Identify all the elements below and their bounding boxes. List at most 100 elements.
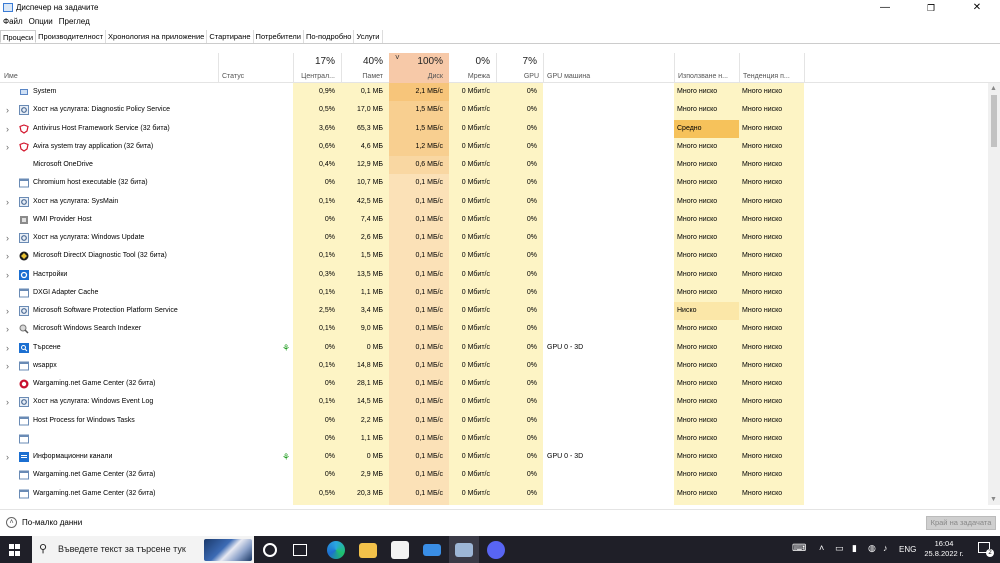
widgets-icon[interactable] [293,544,307,556]
gpu-engine-cell [547,412,672,430]
expand-chevron-icon[interactable]: › [6,393,9,411]
menu-view[interactable]: Преглед [56,16,93,28]
memory-cell: 9,0 МБ [360,325,383,333]
edge-browser-icon[interactable] [327,541,345,559]
process-row[interactable]: Microsoft OneDrive 0,4% 12,9 МБ 0,6 МБ/с 0 М… [0,156,988,175]
expand-chevron-icon[interactable]: › [6,101,9,119]
column-header-power-usage[interactable]: Използване н... [674,53,739,83]
power-usage-cell: Много ниско [677,252,718,260]
tab-app-history[interactable]: Хронология на приложение [106,30,208,43]
tab-services[interactable]: Услуги [354,30,383,43]
expand-chevron-icon[interactable]: › [6,229,9,247]
network-cell: 0 Мбит/с [461,453,490,460]
process-row[interactable]: › Настройки 0,3% 13,5 МБ 0,1 МБ/с 0 Мбит/с 0% М… [0,266,988,284]
taskbar-clock[interactable]: 16:04 25.8.2022 г. [918,539,970,559]
fewer-details-link[interactable]: ˄ По-малко данни [6,517,82,528]
column-header-status[interactable]: Статус [218,53,293,83]
process-row[interactable]: Wargaming.net Game Center (32 бита) 0% 2,9… [0,466,988,484]
process-row[interactable]: › Хост на услугата: SysMain 0,1% 42,5 МБ 0,1… [0,193,988,211]
menu-options[interactable]: Опции [26,16,56,28]
expand-chevron-icon[interactable]: › [6,320,9,338]
mail-icon[interactable] [423,544,441,556]
process-row[interactable]: › Microsoft DirectX Diagnostic Tool (32 б… [0,247,988,265]
usb-icon[interactable]: ▭ [835,543,844,554]
tab-processes[interactable]: Процеси [0,30,37,43]
gpu-cell: 0% [526,161,537,168]
disk-cell: 1,5 МБ/с [389,101,449,120]
scrollbar-thumb[interactable] [991,95,997,147]
scroll-up-icon[interactable]: ▲ [990,85,997,92]
volume-icon[interactable]: ♪ [883,543,888,553]
task-manager-taskbar-icon[interactable] [455,543,473,557]
end-task-button[interactable]: Край на задачата [926,516,996,530]
process-row[interactable]: › Antivirus Host Framework Service (32 би… [0,119,988,138]
store-icon[interactable] [391,541,409,559]
power-usage-cell: Средно [674,119,739,138]
file-explorer-icon[interactable] [359,543,377,558]
battery-icon[interactable]: ▮ [852,543,857,554]
gpu-engine-cell [547,247,672,265]
tab-details[interactable]: По-подробно [304,30,355,43]
column-header-power-trend[interactable]: Тенденция п... [739,53,804,83]
power-trend-cell: Много ниско [742,416,783,424]
title-bar[interactable]: Диспечер на задачите — ❐ ✕ [0,0,1000,16]
tab-users[interactable]: Потребители [254,30,304,43]
network-icon[interactable]: ◍ [868,543,876,554]
minimize-button[interactable]: — [862,0,908,16]
task-view-icon[interactable] [263,543,277,557]
power-usage-cell: Много ниско [677,142,718,150]
menu-file[interactable]: Файл [0,16,26,28]
process-row[interactable]: Chromium host executable (32 бита) 0% 10,7… [0,174,988,192]
column-header-gpu[interactable]: 7% GPU [496,53,543,83]
tab-performance[interactable]: Производителност [36,30,107,43]
process-row[interactable]: DXGI Adapter Cache 0,1% 1,1 МБ 0,1 МБ/с 0 Мб… [0,284,988,302]
expand-chevron-icon[interactable]: › [6,339,9,357]
expand-chevron-icon[interactable]: › [6,120,9,138]
process-row[interactable]: › Microsoft Software Protection Platform … [0,302,988,321]
process-row[interactable]: › Търсене ⚘ 0% 0 МБ 0,1 МБ/с 0 Мбит/с 0% GPU 0 -… [0,339,988,357]
process-name: Microsoft Windows Search Indexer [33,325,142,333]
expand-chevron-icon[interactable]: › [6,302,9,320]
process-row[interactable]: › Информационни канали ⚘ 0% 0 МБ 0,1 МБ/с 0 Мб… [0,448,988,466]
windows-start-icon[interactable] [9,544,21,556]
keyboard-icon[interactable]: ⌨ [792,543,806,554]
process-row[interactable]: Wargaming.net Game Center (32 бита) 0% 28,… [0,375,988,393]
expand-chevron-icon[interactable]: › [6,138,9,156]
process-row[interactable]: System 0,9% 0,1 МБ 2,1 МБ/с 0 Мбит/с 0% Много … [0,83,988,102]
expand-chevron-icon[interactable]: › [6,448,9,466]
column-header-name[interactable]: Име [0,53,218,83]
power-trend-cell: Много ниско [742,252,783,260]
column-header-memory[interactable]: 40% Памет [341,53,389,83]
chevron-up-icon[interactable]: ˄ [819,543,824,553]
process-row[interactable]: Wargaming.net Game Center (32 бита) 0,5% 2… [0,485,988,503]
network-cell: 0 Мбит/с [461,380,490,387]
expand-chevron-icon[interactable]: › [6,247,9,265]
process-row[interactable]: › Хост на услугата: Diagnostic Policy Ser… [0,101,988,120]
column-header-gpu-engine[interactable]: GPU машина [543,53,674,83]
tab-startup[interactable]: Стартиране [207,30,254,43]
close-button[interactable]: ✕ [954,0,1000,16]
expand-chevron-icon[interactable]: › [6,357,9,375]
vertical-scrollbar[interactable]: ▲ ▼ [988,83,1000,505]
maximize-button[interactable]: ❐ [908,0,954,16]
process-row[interactable]: › Хост на услугата: Windows Event Log 0,1%… [0,393,988,411]
process-row[interactable]: › Avira system tray application (32 бита)… [0,137,988,156]
scroll-down-icon[interactable]: ▼ [990,496,997,503]
column-header-disk[interactable]: ˅ 100% Диск [389,53,449,83]
expand-chevron-icon[interactable]: › [6,193,9,211]
fewer-details-label: По-малко данни [22,518,83,527]
process-row[interactable]: › Microsoft Windows Search Indexer 0,1% 9,0… [0,320,988,338]
process-row[interactable]: Host Process for Windows Tasks 0% 2,2 МБ 0,… [0,412,988,430]
taskbar-search-box[interactable]: ⚲ Въведете текст за търсене тук [32,536,254,563]
discord-icon[interactable] [487,541,505,559]
power-trend-cell: Много ниско [742,343,783,351]
language-indicator[interactable]: ENG [899,545,916,554]
column-header-cpu[interactable]: 17% Централ... [293,53,341,83]
expand-chevron-icon[interactable]: › [6,266,9,284]
process-row[interactable]: › wsappx 0,1% 14,8 МБ 0,1 МБ/с 0 Мбит/с 0% Мног… [0,357,988,375]
process-row[interactable]: 0% 1,1 МБ 0,1 МБ/с 0 Мбит/с 0% Много ниско Мно… [0,430,988,448]
process-row[interactable]: › Хост на услугата: Windows Update 0% 2,6 М… [0,229,988,247]
column-header-network[interactable]: 0% Мрежа [449,53,496,83]
process-row[interactable]: WMI Provider Host 0% 7,4 МБ 0,1 МБ/с 0 Мбит/… [0,211,988,229]
service-host-icon [19,397,29,408]
